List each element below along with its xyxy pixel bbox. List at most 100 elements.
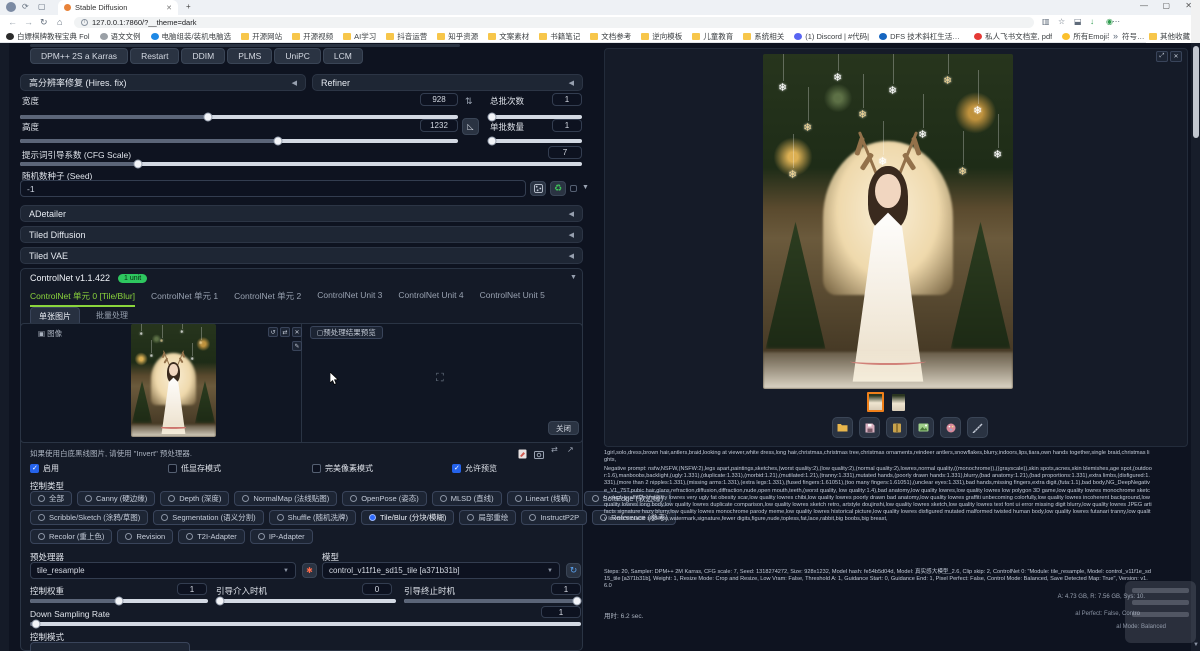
send-dimensions-icon[interactable]: ↗: [567, 445, 574, 454]
bookmark-item[interactable]: 儿童教育: [692, 31, 733, 42]
width-slider[interactable]: [20, 112, 458, 121]
browser-tab[interactable]: Stable Diffusion ✕: [58, 0, 178, 15]
control-type-chip[interactable]: Revision: [117, 529, 173, 544]
sampler-button[interactable]: UniPC: [274, 48, 321, 64]
more-menu-icon[interactable]: ⋯: [1112, 17, 1120, 26]
end-step-value[interactable]: 1: [551, 583, 581, 595]
enable-checkbox[interactable]: 启用: [30, 463, 59, 474]
controlnet-unit-tab[interactable]: ControlNet 单元 0 [Tile/Blur]: [30, 290, 135, 307]
slider-knob[interactable]: [31, 620, 40, 629]
control-type-chip[interactable]: Lineart (线稿): [507, 491, 579, 506]
bookmark-item[interactable]: 白嫖棋牌教程宝典 Fol: [6, 31, 90, 42]
height-slider[interactable]: [20, 136, 458, 145]
run-preprocessor-button[interactable]: ✱: [302, 563, 317, 578]
bookmark-item[interactable]: 系统相关: [743, 31, 784, 42]
seed-input[interactable]: -1: [20, 180, 526, 197]
control-type-chip[interactable]: Segmentation (语义分割): [153, 510, 263, 525]
tab-group-icon[interactable]: ▢: [38, 2, 46, 11]
bookmark-item[interactable]: 文档参考: [590, 31, 631, 42]
seed-extra-caret-icon[interactable]: ▼: [582, 184, 589, 191]
close-viewer-icon[interactable]: ✕: [1170, 51, 1182, 62]
generation-negative-text[interactable]: Negative prompt: nsfw,NSFW,(NSFW:2),legs…: [604, 466, 1152, 524]
slider-knob[interactable]: [274, 137, 283, 146]
generation-prompt-text[interactable]: 1girl,solo,dress,brown hair,antlers,brai…: [604, 450, 1152, 464]
sampler-button[interactable]: LCM: [323, 48, 363, 64]
control-type-chip[interactable]: NormalMap (法线贴图): [234, 491, 337, 506]
workspaces-icon[interactable]: ⟳: [22, 2, 29, 11]
gallery-thumbnail-selected[interactable]: [867, 392, 884, 412]
clear-image-icon[interactable]: ✕: [292, 327, 302, 337]
bookmark-item[interactable]: 开源网站: [241, 31, 282, 42]
lowvram-checkbox[interactable]: 低显存模式: [168, 463, 221, 474]
collections-icon[interactable]: ⬓: [1074, 17, 1082, 26]
control-type-chip[interactable]: T2I-Adapter: [178, 529, 245, 544]
control-type-chip[interactable]: OpenPose (姿态): [342, 491, 427, 506]
swap-icon[interactable]: ⇄: [280, 327, 290, 337]
bookmark-item[interactable]: (1) Discord | #代码|: [794, 31, 869, 42]
generation-params-text[interactable]: Steps: 20, Sampler: DPM++ 2M Karras, CFG…: [604, 569, 1152, 591]
slider-knob[interactable]: [115, 597, 124, 606]
expand-icon[interactable]: ▼: [570, 274, 577, 281]
home-icon[interactable]: ⌂: [57, 17, 62, 27]
bookmark-item[interactable]: 所有Emoji表情符号大全: [1062, 31, 1146, 42]
favorites-icon[interactable]: ☆: [1058, 17, 1065, 26]
start-step-value[interactable]: 0: [362, 583, 392, 595]
new-canvas-icon[interactable]: [518, 446, 527, 464]
save-zip-button[interactable]: [886, 417, 907, 438]
site-info-icon[interactable]: i: [81, 19, 88, 26]
split-screen-icon[interactable]: ▥: [1042, 17, 1050, 26]
bookmark-item[interactable]: 文案素材: [488, 31, 529, 42]
webcam-icon[interactable]: [534, 446, 544, 464]
slider-knob[interactable]: [134, 160, 143, 169]
slider-knob[interactable]: [204, 113, 213, 122]
control-type-chip[interactable]: IP-Adapter: [250, 529, 313, 544]
bookmark-item[interactable]: 电脑组装/装机电脑选: [151, 31, 232, 42]
slider-knob[interactable]: [487, 137, 496, 146]
fullscreen-icon[interactable]: ⤢: [1156, 51, 1168, 62]
controlnet-unit-tab[interactable]: ControlNet Unit 4: [398, 290, 463, 307]
controlnet-unit-tab[interactable]: ControlNet Unit 5: [480, 290, 545, 307]
control-type-chip[interactable]: Shuffle (随机洗牌): [269, 510, 356, 525]
bookmark-item[interactable]: 知乎资源: [437, 31, 478, 42]
downloads-icon[interactable]: ↓: [1090, 17, 1094, 26]
other-bookmarks-button[interactable]: 其他收藏: [1147, 31, 1192, 42]
slider-knob[interactable]: [573, 597, 582, 606]
cfg-slider[interactable]: [20, 159, 582, 168]
cfg-value[interactable]: 7: [548, 146, 582, 159]
window-minimize-button[interactable]: —: [1140, 1, 1148, 10]
tiled-vae-accordion[interactable]: Tiled VAE◀: [20, 247, 583, 264]
edit-pen-icon[interactable]: ✎: [292, 341, 302, 351]
address-bar[interactable]: i 127.0.0.1:7860/?__theme=dark: [74, 17, 1034, 28]
forward-icon[interactable]: →: [24, 17, 33, 27]
adetailer-accordion[interactable]: ADetailer◀: [20, 205, 583, 222]
downsample-slider[interactable]: [30, 619, 581, 628]
bookmark-item[interactable]: 抖音运营: [386, 31, 427, 42]
control-type-chip[interactable]: InstructP2P: [521, 510, 587, 525]
height-value[interactable]: 1232: [420, 119, 458, 132]
send-to-img2img-button[interactable]: [913, 417, 934, 438]
bookmark-item[interactable]: 逆向模板: [641, 31, 682, 42]
save-image-button[interactable]: [859, 417, 880, 438]
batch-count-value[interactable]: 1: [552, 93, 582, 106]
sampler-button[interactable]: Restart: [130, 48, 179, 64]
random-seed-button[interactable]: [530, 181, 546, 196]
controlnet-header[interactable]: ControlNet v1.1.422 1 unit: [30, 273, 147, 283]
allow-preview-checkbox[interactable]: 允许预览: [452, 463, 497, 474]
controlnet-unit-tab[interactable]: ControlNet 单元 2: [234, 290, 301, 307]
reuse-seed-button[interactable]: ♻: [550, 181, 566, 196]
swap-wh-icon[interactable]: ⇅: [465, 96, 473, 107]
scrollbar-thumb[interactable]: [1193, 46, 1199, 138]
control-type-chip[interactable]: 局部重绘: [459, 510, 516, 525]
refresh-icon[interactable]: ↻: [40, 17, 48, 28]
bookmark-item[interactable]: DFS 技术斜杠生活分享|: [879, 31, 964, 42]
control-type-chip[interactable]: Canny (硬边缘): [77, 491, 155, 506]
bookmark-item[interactable]: 私人飞书文档室, pdf: [974, 31, 1052, 42]
preprocessor-dropdown[interactable]: tile_resample▼: [30, 562, 296, 579]
new-tab-button[interactable]: +: [186, 2, 191, 11]
window-scrollbar[interactable]: ▼: [1191, 0, 1200, 651]
width-value[interactable]: 928: [420, 93, 458, 106]
window-maximize-button[interactable]: ▢: [1162, 1, 1170, 10]
start-step-slider[interactable]: [216, 596, 396, 605]
batch-size-value[interactable]: 1: [552, 119, 582, 132]
undo-icon[interactable]: ↺: [268, 327, 278, 337]
